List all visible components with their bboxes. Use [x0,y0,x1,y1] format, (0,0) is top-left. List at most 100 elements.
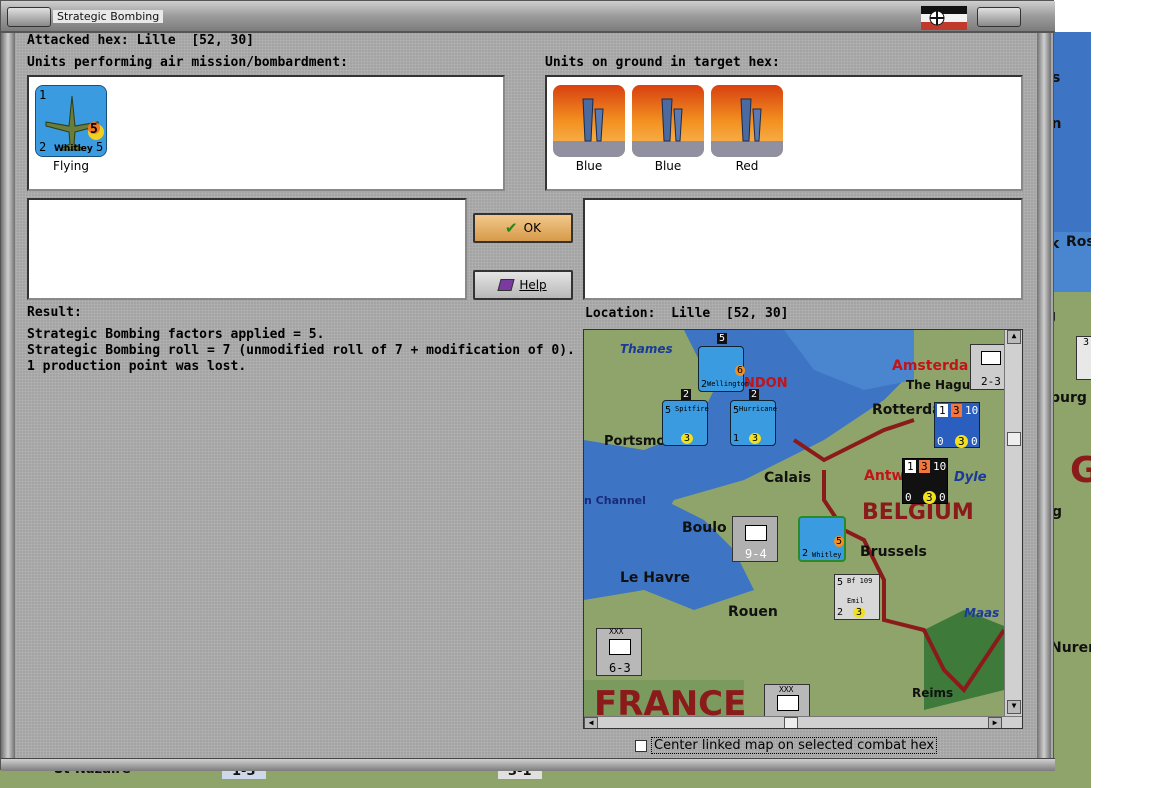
whitley-name: Whitley [54,144,93,154]
whitley-bottom-left: 2 [39,140,47,154]
whitley-top-left: 1 [39,88,47,102]
vertical-scroll-thumb[interactable] [1007,432,1021,446]
dutch-1-badge: 3 [955,435,968,448]
map-label-the-hague: The Hague [906,378,979,392]
right-frame [1037,33,1051,763]
ground-unit-3[interactable] [711,85,783,157]
ground-unit-2[interactable] [632,85,704,157]
infantry-2-3-value: 2-3 [981,375,1001,388]
checkmark-icon: ✔ [505,219,518,237]
spitfire-counter[interactable]: 2 5 Spitfire 3 [662,389,709,446]
dutch-1-a: 1 [937,404,948,417]
map-label-reims: Reims [912,686,954,700]
title-bar[interactable]: Strategic Bombing [1,1,1055,33]
wellington-name: Wellington [707,380,750,388]
map-label-rouen: Rouen [728,604,778,620]
map-label-antwerp: Antw [864,468,905,484]
german-flag-icon [921,6,967,30]
attacker-details-box [27,198,467,300]
bf109-counter[interactable]: 5 Bf 109 Emil 2 3 [834,574,880,620]
whitley-map-badge: 5 [834,536,845,547]
scroll-left-icon[interactable]: ◀ [584,717,598,728]
infantry-9-4-value: 9-4 [745,547,767,561]
map-label-dyle: Dyle [954,470,987,485]
help-button-label: Help [519,278,547,292]
infantry-counter-9-4[interactable]: 9-4 [732,516,778,562]
dutch-2-badge: 3 [923,491,936,504]
map-label-rotterdam: Rotterda [872,402,942,418]
bg-label-ros: Ros [1066,234,1091,250]
bottom-frame [1,758,1055,771]
hurricane-top: 2 [749,389,760,400]
bf109-badge: 3 [853,607,866,618]
result-line: 1 production point was lost. [27,359,247,374]
window-title: Strategic Bombing [53,10,164,23]
result-line: Strategic Bombing factors applied = 5. [27,327,325,342]
bg-label-nuren: Nuren [1050,640,1091,656]
map-label-thames: Thames [620,342,673,356]
wellington-counter[interactable]: 5 2 Wellington 6 [698,333,749,392]
ground-unit-1[interactable] [553,85,625,157]
map-label-portsmouth: Portsmo [604,434,666,449]
center-map-checkbox[interactable] [635,740,647,752]
horizontal-scroll-thumb[interactable] [784,717,798,728]
ground-unit-1-caption: Blue [575,159,603,173]
spitfire-top: 2 [681,389,692,400]
dutch-1-c: 10 [965,404,979,417]
scroll-right-icon[interactable]: ▶ [988,717,1002,728]
hurricane-counter[interactable]: 2 5 Hurricane 1 3 [730,389,777,446]
ok-button[interactable]: ✔ OK [473,213,573,243]
dutch-2-d: 0 [905,491,912,504]
center-map-checkbox-label[interactable]: Center linked map on selected combat hex [651,737,938,754]
whitley-unit-counter[interactable]: 1 5 2 Whitley 5 [35,85,107,157]
infantry-symbol-icon [609,639,631,655]
ok-button-label: OK [523,221,541,235]
map-label-calais: Calais [764,470,812,486]
close-button[interactable] [977,7,1021,27]
whitley-map-name: Whitley [812,551,842,559]
infantry-symbol-icon [981,351,1001,365]
minimap-horizontal-scrollbar[interactable]: ◀ ▶ [584,716,1022,728]
dutch-2-c: 10 [933,460,947,473]
dutch-counter-1[interactable]: 1 3 10 0 3 0 [934,402,980,448]
scroll-down-icon[interactable]: ▼ [1007,700,1021,714]
strategic-bombing-dialog: Strategic Bombing Attacked hex: Lille [5… [0,0,1055,771]
whitley-map-counter[interactable]: 2 Whitley 5 [798,516,846,562]
infantry-6-3-value: 6-3 [609,661,631,675]
dutch-counter-2[interactable]: 1 3 10 0 3 0 [902,458,948,504]
location-heading: Location: Lille [52, 30] [585,306,789,321]
minimap-vertical-scrollbar[interactable]: ▲ ▼ [1004,330,1022,716]
scroll-up-icon[interactable]: ▲ [1007,330,1021,344]
left-frame [1,33,15,763]
infantry-counter-6-3[interactable]: XXX 6-3 [596,627,642,676]
infantry-counter-bottom[interactable]: XXX [764,684,810,718]
spitfire-badge: 3 [681,433,694,444]
air-units-list[interactable]: 1 5 2 Whitley 5 Flying [27,75,505,191]
bf109-b: 2 [837,607,844,618]
hurricane-b: 1 [733,433,740,444]
spitfire-name: Spitfire [675,405,709,413]
ground-units-list[interactable]: Blue Blue Red [545,75,1023,191]
infantry-counter-2-3[interactable]: 2-3 [970,344,1008,390]
hurricane-name: Hurricane [739,405,777,413]
help-button[interactable]: Help [473,270,573,300]
bg-label-germany: G [1070,450,1091,491]
dutch-1-e: 0 [971,435,978,448]
bg-counter[interactable]: 3 [1076,336,1091,380]
dutch-1-d: 0 [937,435,944,448]
map-label-brussels: Brussels [860,544,927,560]
location-minimap[interactable]: Thames NDON Amsterda The Hague Rotterda … [583,329,1023,729]
map-label-le-havre: Le Havre [620,570,690,586]
map-label-channel: n Channel [584,494,646,507]
bf109-name: Bf 109 [847,577,873,585]
ground-unit-2-caption: Blue [654,159,682,173]
window-menu-button[interactable] [7,7,51,27]
whitley-bottom-right: 5 [96,140,104,154]
dutch-2-a: 1 [905,460,916,473]
defender-details-box [583,198,1023,300]
map-label-amsterdam: Amsterda [892,358,969,374]
help-book-icon [497,279,515,291]
ground-unit-3-caption: Red [735,159,759,173]
dutch-2-b: 3 [919,460,930,473]
wellington-badge: 6 [735,365,746,376]
